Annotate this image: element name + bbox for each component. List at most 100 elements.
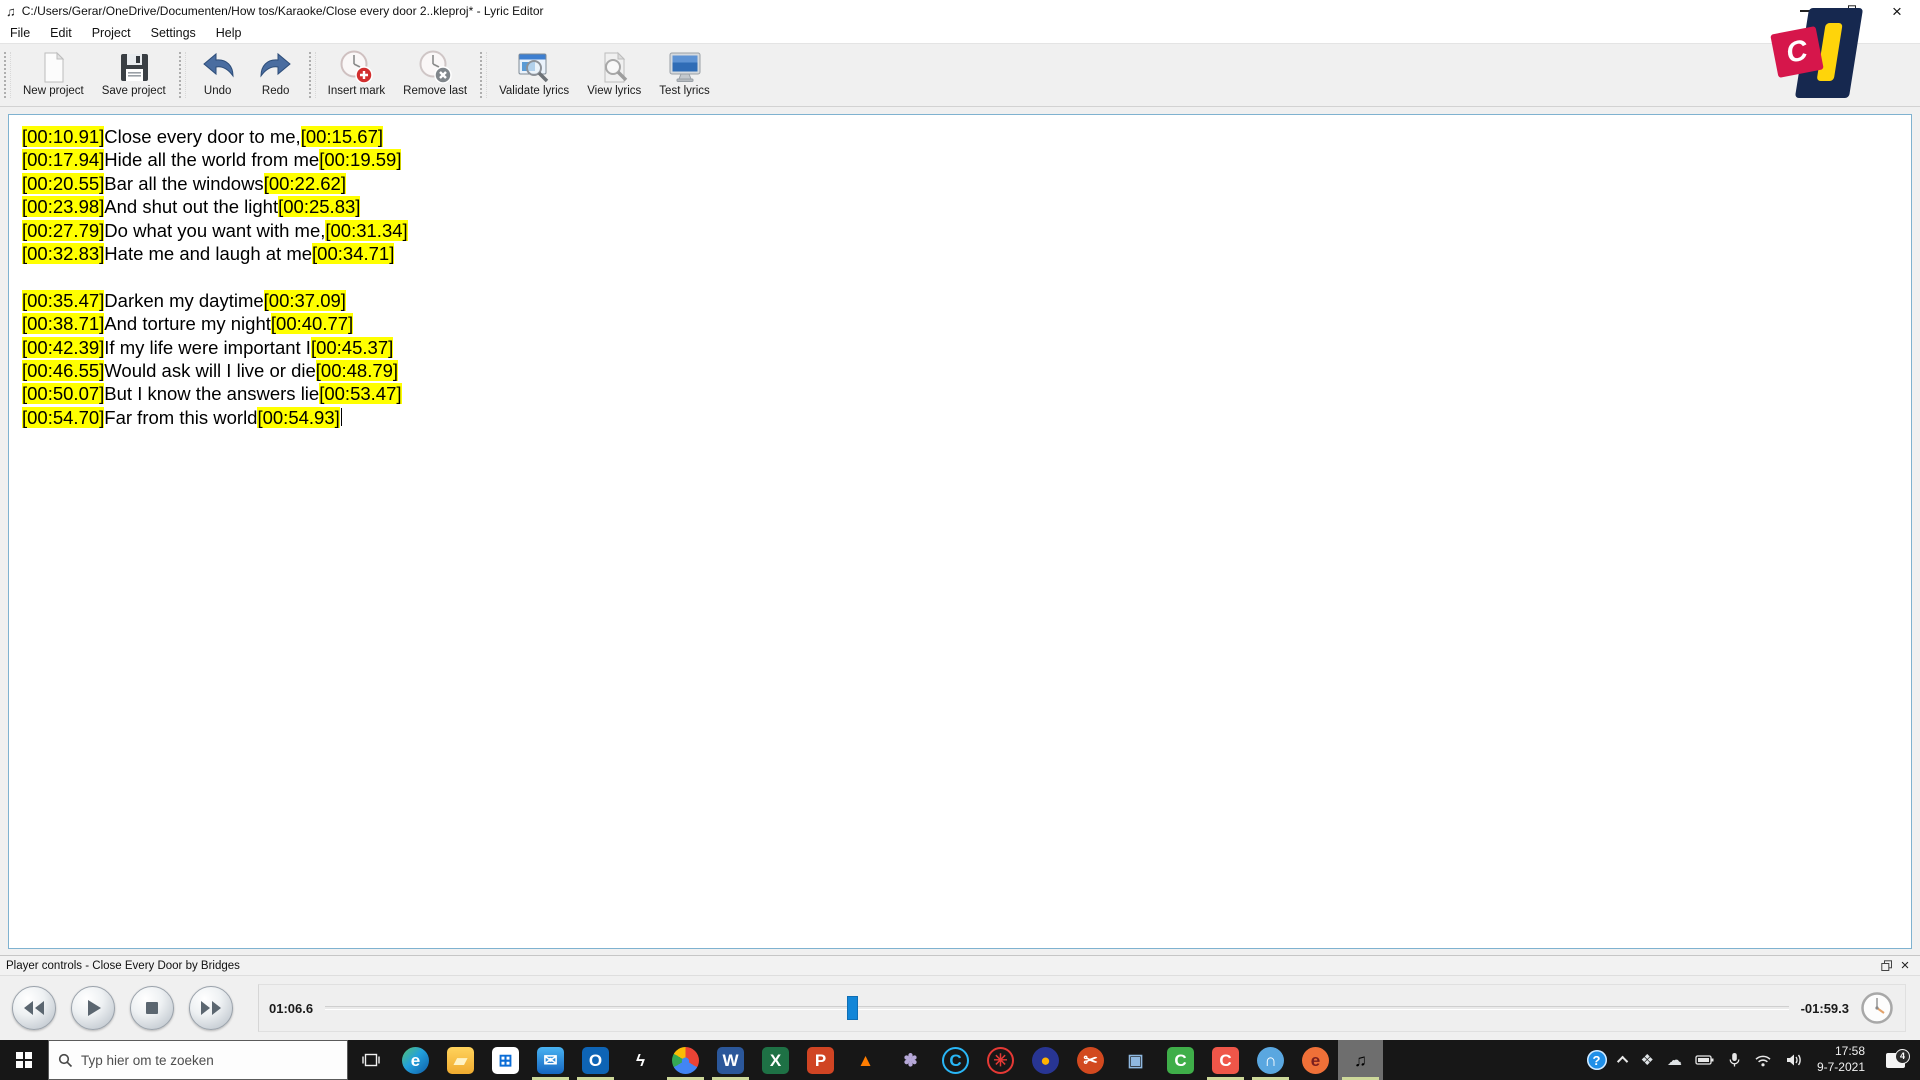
camtasia-red-icon[interactable]: C — [1203, 1040, 1248, 1080]
navy-app-icon[interactable]: ● — [1023, 1040, 1068, 1080]
insert-mark-button[interactable]: Insert mark — [319, 47, 395, 98]
app-glyph: e — [402, 1047, 429, 1074]
Edit[interactable]: Edit — [40, 24, 82, 42]
rewind-icon — [21, 997, 47, 1019]
toolbar-grip — [480, 52, 487, 98]
vlc-icon[interactable]: ▲ — [843, 1040, 888, 1080]
mail-icon[interactable]: ✉ — [528, 1040, 573, 1080]
app-glyph: ⊞ — [492, 1047, 519, 1074]
rewind-button[interactable] — [12, 986, 56, 1030]
onedrive-icon[interactable]: ☁ — [1667, 1051, 1682, 1069]
dropbox-icon[interactable]: ❖ — [1641, 1051, 1654, 1069]
document-magnifier-icon — [597, 48, 631, 85]
lyric-line: [00:32.83]Hate me and laugh at me[00:34.… — [22, 243, 1911, 266]
word-icon[interactable]: W — [708, 1040, 753, 1080]
ms-store-icon[interactable]: ⊞ — [483, 1040, 528, 1080]
camtasia-icon[interactable]: C — [1158, 1040, 1203, 1080]
Project[interactable]: Project — [82, 24, 141, 42]
volume-icon[interactable] — [1785, 1053, 1804, 1067]
app-glyph: O — [582, 1047, 609, 1074]
ci-logo: C — [1770, 8, 1862, 102]
player-slider-handle[interactable] — [847, 996, 858, 1020]
close-button[interactable]: × — [1874, 0, 1920, 22]
bridge-app-icon[interactable]: ∩ — [1248, 1040, 1293, 1080]
action-center-button[interactable]: 4 — [1878, 1053, 1912, 1068]
text-cursor — [341, 408, 343, 426]
app-glyph: ✉ — [537, 1047, 564, 1074]
red-dial-app-icon[interactable]: ✳ — [978, 1040, 1023, 1080]
start-timestamp: [00:50.07] — [22, 383, 104, 404]
wifi-icon[interactable] — [1754, 1053, 1772, 1067]
fast-forward-icon — [198, 997, 224, 1019]
float-panel-button[interactable] — [1878, 960, 1896, 972]
end-timestamp: [00:22.62] — [264, 173, 346, 194]
test-lyrics-button[interactable]: Test lyrics — [650, 47, 718, 98]
lyric-text: And shut out the light — [104, 196, 278, 217]
screen-recorder-icon[interactable]: ϟ — [618, 1040, 663, 1080]
graphics-app-icon[interactable]: ✽ — [888, 1040, 933, 1080]
app-glyph: ▣ — [1122, 1047, 1149, 1074]
Settings[interactable]: Settings — [141, 24, 206, 42]
start-timestamp: [00:35.47] — [22, 290, 104, 311]
microphone-icon[interactable] — [1728, 1052, 1741, 1068]
windows-taskbar: e ▰ ⊞ ✉ O ϟ — [0, 1040, 1920, 1080]
undo-button[interactable]: Undo — [189, 47, 247, 98]
slider-groove — [325, 1006, 1788, 1010]
lyric-text: But I know the answers lie — [104, 383, 319, 404]
end-timestamp: [00:15.67] — [301, 126, 383, 147]
excel-icon[interactable]: X — [753, 1040, 798, 1080]
toolbar-grip — [309, 52, 316, 98]
view-lyrics-button[interactable]: View lyrics — [578, 47, 650, 98]
app-glyph: X — [762, 1047, 789, 1074]
Help[interactable]: Help — [206, 24, 252, 42]
search-input[interactable] — [81, 1053, 311, 1068]
taskbar-search[interactable] — [48, 1040, 348, 1080]
lyric-editor-icon[interactable]: ♫ — [1338, 1040, 1383, 1080]
app-glyph: C — [1167, 1047, 1194, 1074]
stop-icon — [142, 998, 162, 1018]
fast-forward-button[interactable] — [189, 986, 233, 1030]
lyric-line: [00:10.91]Close every door to me,[00:15.… — [22, 126, 1911, 149]
redo-button[interactable]: Redo — [247, 47, 305, 98]
video-cutter-icon[interactable]: ✂ — [1068, 1040, 1113, 1080]
end-timestamp: [00:45.37] — [311, 337, 393, 358]
end-timestamp: [00:53.47] — [319, 383, 401, 404]
File[interactable]: File — [0, 24, 40, 42]
validate-lyrics-button[interactable]: Validate lyrics — [490, 47, 578, 98]
file-explorer-icon[interactable]: ▰ — [438, 1040, 483, 1080]
show-hidden-icons-chevron[interactable] — [1620, 1056, 1628, 1064]
search-icon — [58, 1053, 73, 1068]
help-tray-icon[interactable]: ? — [1587, 1050, 1607, 1070]
powerpoint-icon[interactable]: P — [798, 1040, 843, 1080]
seek-slider-box: 01:06.6 -01:59.3 — [258, 984, 1906, 1032]
edge-icon[interactable]: e — [393, 1040, 438, 1080]
start-timestamp: [00:38.71] — [22, 313, 104, 334]
chrome-icon[interactable]: ● — [663, 1040, 708, 1080]
task-view-button[interactable] — [348, 1040, 393, 1080]
lyrics-editor[interactable]: [00:10.91]Close every door to me,[00:15.… — [8, 114, 1912, 949]
app-glyph: ♫ — [1347, 1047, 1374, 1074]
play-button[interactable] — [71, 986, 115, 1030]
converter-app-icon[interactable]: ▣ — [1113, 1040, 1158, 1080]
remove-last-button[interactable]: Remove last — [394, 47, 476, 98]
stop-button[interactable] — [130, 986, 174, 1030]
start-timestamp: [00:42.39] — [22, 337, 104, 358]
outlook-icon[interactable]: O — [573, 1040, 618, 1080]
seek-slider[interactable] — [325, 995, 1788, 1021]
save-project-button[interactable]: Save project — [93, 47, 175, 98]
app-glyph: ✂ — [1077, 1047, 1104, 1074]
end-timestamp: [00:48.79] — [316, 360, 398, 381]
elapsed-time: 01:06.6 — [269, 1001, 313, 1016]
menu-bar: File Edit Project Settings Help — [0, 22, 1920, 43]
tray-clock[interactable]: 17:58 9-7-2021 — [1817, 1044, 1865, 1075]
app-glyph: ▰ — [447, 1047, 474, 1074]
new-document-icon — [36, 48, 70, 85]
start-button[interactable] — [0, 1040, 48, 1080]
close-panel-button[interactable]: × — [1896, 958, 1914, 973]
lyric-text: Darken my daytime — [104, 290, 263, 311]
new-project-button[interactable]: New project — [14, 47, 93, 98]
clock-icon — [1859, 990, 1895, 1026]
copyright-app-icon[interactable]: C — [933, 1040, 978, 1080]
battery-icon[interactable] — [1695, 1054, 1715, 1066]
browser-orange-icon[interactable]: e — [1293, 1040, 1338, 1080]
